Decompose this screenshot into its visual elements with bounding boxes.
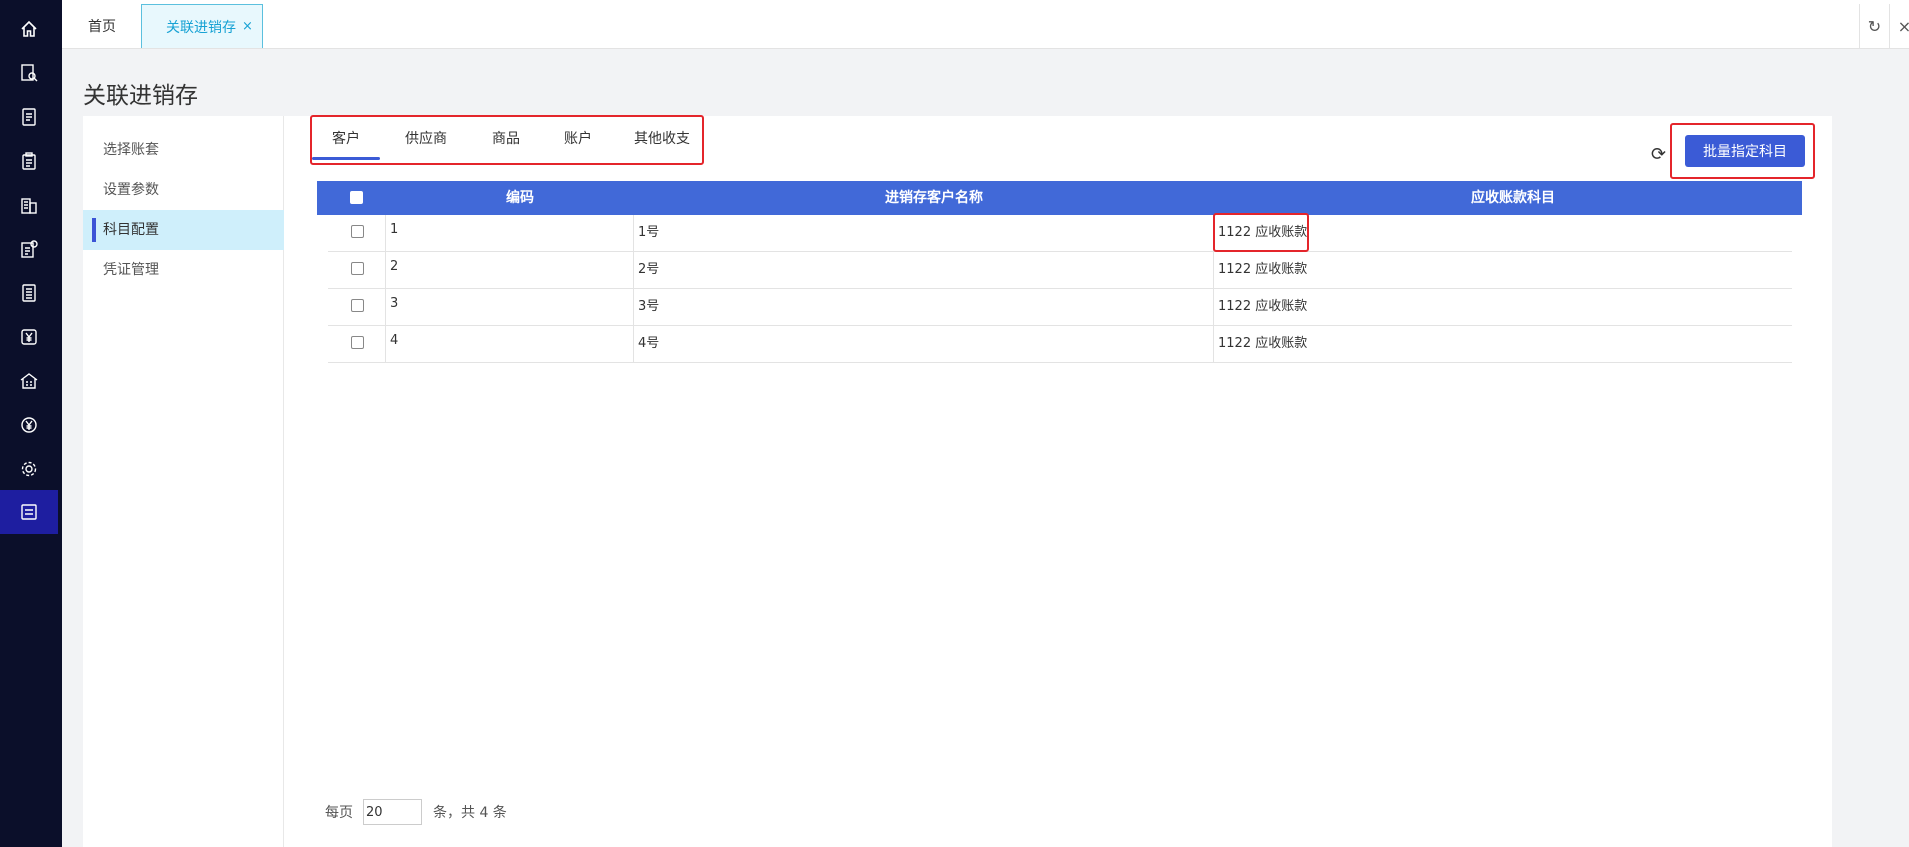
table-row[interactable]: 1 1号 1122 应收账款 [328, 215, 1792, 252]
code-cell: 4 [385, 326, 633, 363]
name-cell: 2号 [633, 252, 1213, 289]
table-header: 编码 进销存客户名称 应收账款科目 [317, 181, 1802, 215]
page-title: 关联进销存 [83, 83, 198, 109]
home-icon[interactable] [0, 7, 58, 51]
account-cell[interactable]: 1122 应收账款 [1213, 289, 1792, 326]
page-size-suffix: 条，共 4 条 [433, 805, 507, 821]
page-size-input[interactable] [363, 799, 422, 825]
table-row[interactable]: 4 4号 1122 应收账款 [328, 326, 1792, 363]
gear-icon[interactable] [0, 447, 58, 491]
nav-item-settings[interactable]: 设置参数 [83, 170, 284, 210]
row-checkbox[interactable] [351, 262, 364, 275]
page-size-prefix: 每页 [325, 805, 353, 821]
warehouse-icon[interactable] [0, 359, 58, 403]
side-nav: 选择账套 设置参数 科目配置 凭证管理 [83, 116, 284, 847]
close-all-icon[interactable]: × [1889, 4, 1909, 48]
code-cell: 2 [385, 252, 633, 289]
highlight-box [310, 115, 704, 165]
row-checkbox[interactable] [351, 336, 364, 349]
name-cell: 4号 [633, 326, 1213, 363]
tab-active-label: 关联进销存 [166, 19, 236, 36]
table-row[interactable]: 2 2号 1122 应收账款 [328, 252, 1792, 289]
close-tab-icon[interactable]: × [242, 19, 253, 34]
ledger-icon[interactable] [0, 271, 58, 315]
name-cell: 1号 [633, 215, 1213, 252]
pagination: 每页 条，共 4 条 [325, 799, 507, 825]
main-panel: 选择账套 设置参数 科目配置 凭证管理 客户 供应商 商品 账户 其他收支 ⟳ … [83, 115, 1832, 847]
tab-related-inventory[interactable]: 关联进销存 × [141, 4, 263, 48]
tab-home-label: 首页 [88, 19, 116, 35]
column-header[interactable]: 进销存客户名称 [644, 181, 1224, 215]
building-icon[interactable] [0, 183, 58, 227]
select-all-cell [317, 181, 396, 215]
list-document-icon[interactable] [0, 95, 58, 139]
code-cell: 1 [385, 215, 633, 252]
highlight-box [1670, 123, 1815, 179]
column-header[interactable]: 应收账款科目 [1224, 181, 1802, 215]
ledger-active-icon[interactable] [0, 490, 58, 534]
select-all-checkbox[interactable] [350, 191, 363, 204]
nav-item-subject-config[interactable]: 科目配置 [83, 210, 284, 250]
name-cell: 3号 [633, 289, 1213, 326]
account-cell[interactable]: 1122 应收账款 [1213, 252, 1792, 289]
highlight-box [1213, 213, 1309, 252]
clipboard-icon[interactable] [0, 139, 58, 183]
account-cell[interactable]: 1122 应收账款 [1213, 326, 1792, 363]
refresh-icon[interactable]: ↻ [1859, 4, 1889, 48]
nav-item-select-account-set[interactable]: 选择账套 [83, 130, 284, 170]
code-cell: 3 [385, 289, 633, 326]
top-tab-bar: 首页 关联进销存 × ↻ × [62, 0, 1909, 49]
left-rail [0, 0, 62, 847]
tab-home[interactable]: 首页 [88, 4, 116, 48]
row-checkbox[interactable] [351, 299, 364, 312]
document-settings-icon[interactable] [0, 227, 58, 271]
refresh-table-icon[interactable]: ⟳ [1651, 144, 1666, 165]
nav-item-voucher-management[interactable]: 凭证管理 [83, 250, 284, 290]
row-checkbox[interactable] [351, 225, 364, 238]
search-document-icon[interactable] [0, 51, 58, 95]
yen-document-icon[interactable] [0, 315, 58, 359]
yen-circle-icon[interactable] [0, 403, 58, 447]
column-header[interactable]: 编码 [396, 181, 644, 215]
table-row[interactable]: 3 3号 1122 应收账款 [328, 289, 1792, 326]
